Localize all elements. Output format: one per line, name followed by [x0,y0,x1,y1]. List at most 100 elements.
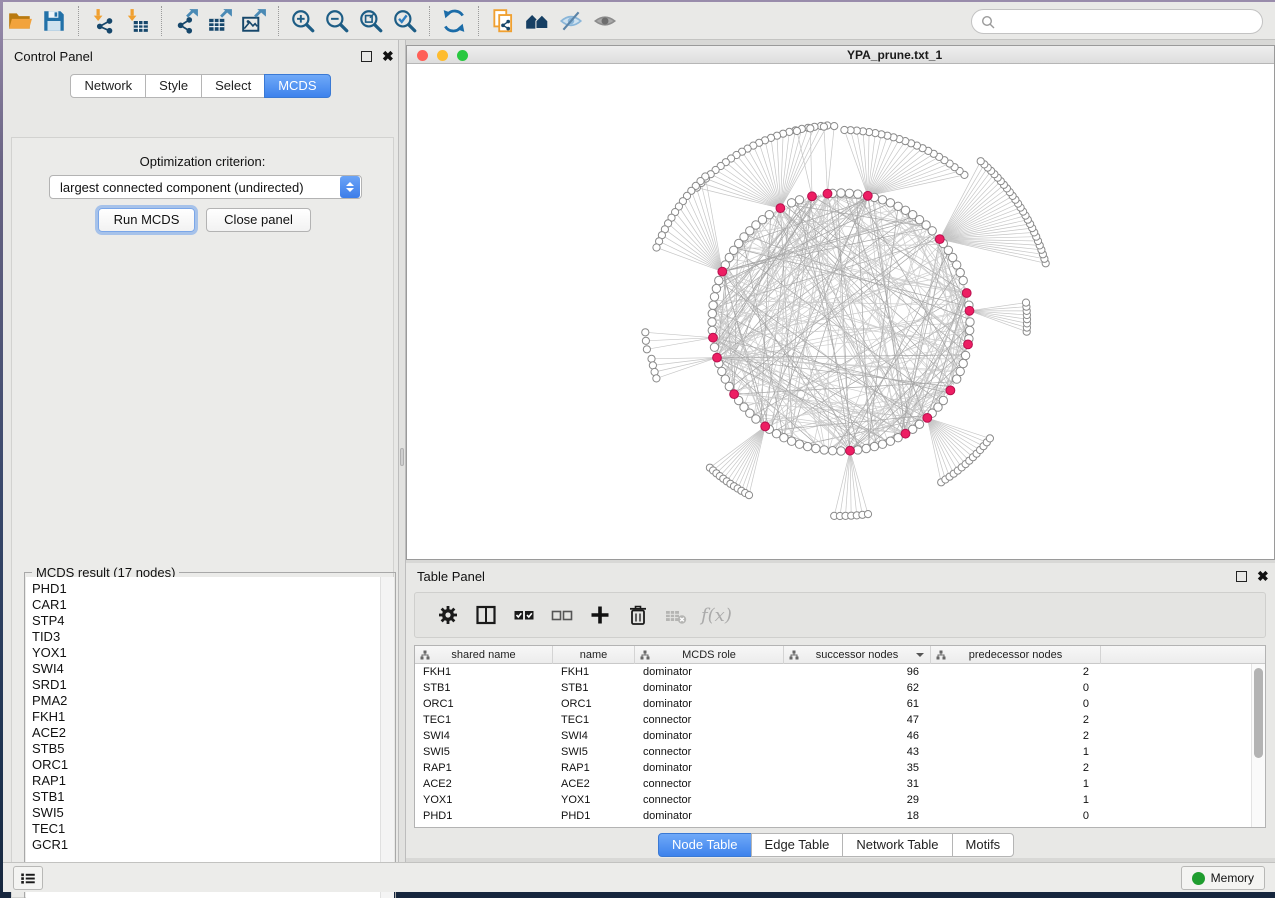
tab-edge-table[interactable]: Edge Table [751,833,844,857]
network-node[interactable] [953,375,961,383]
network-node[interactable] [718,367,726,375]
network-node[interactable] [828,447,836,455]
mcds-result-item[interactable]: STB5 [32,741,380,757]
float-panel-button[interactable] [361,51,372,62]
table-row[interactable]: SWI4SWI4dominator462 [415,728,1251,744]
mcds-result-item[interactable]: FKH1 [32,709,380,725]
mcds-result-item[interactable]: ACE2 [32,725,380,741]
network-node[interactable] [820,446,828,454]
mcds-result-item[interactable]: GCR1 [32,837,380,853]
criterion-dropdown[interactable]: largest connected component (undirected) [49,175,362,199]
network-leaf-node[interactable] [649,362,656,369]
network-mcds-node[interactable] [713,353,722,362]
tab-motifs[interactable]: Motifs [952,833,1015,857]
network-leaf-node[interactable] [1022,299,1029,306]
tab-select[interactable]: Select [201,74,265,98]
mcds-result-item[interactable]: TID3 [32,629,380,645]
show-column-panel-button[interactable] [467,597,505,633]
table-row[interactable]: TEC1TEC1connector472 [415,712,1251,728]
network-leaf-node[interactable] [977,158,984,165]
tab-network[interactable]: Network [70,74,146,98]
network-node[interactable] [956,367,964,375]
network-node[interactable] [837,189,845,197]
network-node[interactable] [862,444,870,452]
network-leaf-node[interactable] [986,435,993,442]
network-node[interactable] [915,420,923,428]
table-row[interactable]: SWI5SWI5connector431 [415,744,1251,760]
network-node[interactable] [712,284,720,292]
network-node[interactable] [710,343,718,351]
mcds-result-item[interactable]: TEC1 [32,821,380,837]
network-mcds-node[interactable] [730,390,739,399]
network-node[interactable] [878,196,886,204]
run-mcds-button[interactable]: Run MCDS [98,208,195,232]
close-panel-button[interactable]: Close panel [206,208,311,232]
column-header-name[interactable]: name [553,646,635,664]
network-node[interactable] [812,444,820,452]
network-node[interactable] [961,351,969,359]
network-node[interactable] [715,276,723,284]
mcds-result-list[interactable]: PHD1CAR1STP4TID3YOX1SWI4SRD1PMA2FKH1ACE2… [26,577,380,898]
network-node[interactable] [854,446,862,454]
column-header-successor-nodes[interactable]: successor nodes [784,646,931,664]
save-session-button[interactable] [37,6,71,36]
table-row[interactable]: ORC1ORC1dominator610 [415,696,1251,712]
tab-mcds[interactable]: MCDS [264,74,330,98]
network-node[interactable] [787,199,795,207]
mcds-result-item[interactable]: ORC1 [32,757,380,773]
network-leaf-node[interactable] [642,329,649,336]
network-mcds-node[interactable] [718,267,727,276]
zoom-fit-button[interactable] [354,6,388,36]
mcds-result-item[interactable]: YOX1 [32,645,380,661]
column-header-shared-name[interactable]: shared name [415,646,553,664]
network-node[interactable] [886,199,894,207]
network-graph[interactable] [407,64,1274,559]
network-mcds-node[interactable] [709,333,718,342]
network-leaf-node[interactable] [841,126,848,133]
column-header-predecessor-nodes[interactable]: predecessor nodes [931,646,1101,664]
refresh-view-button[interactable] [437,6,471,36]
create-column-button[interactable] [581,597,619,633]
network-mcds-node[interactable] [863,191,872,200]
network-node[interactable] [725,382,733,390]
network-node[interactable] [780,434,788,442]
delete-column-button[interactable] [619,597,657,633]
mcds-result-item[interactable]: STP4 [32,613,380,629]
network-leaf-node[interactable] [653,375,660,382]
network-node[interactable] [894,202,902,210]
table-scrollbar[interactable] [1251,664,1265,827]
mcds-result-item[interactable]: CAR1 [32,597,380,613]
network-leaf-node[interactable] [648,355,655,362]
network-node[interactable] [878,440,886,448]
network-leaf-node[interactable] [642,337,649,344]
table-options-button[interactable] [429,597,467,633]
new-network-from-selection-button[interactable] [486,6,520,36]
import-table-button[interactable] [120,6,154,36]
network-mcds-node[interactable] [846,446,855,455]
task-history-button[interactable] [13,866,43,890]
mcds-result-item[interactable]: SWI4 [32,661,380,677]
network-mcds-node[interactable] [901,429,910,438]
tab-network-table[interactable]: Network Table [842,833,952,857]
network-node[interactable] [870,442,878,450]
table-row[interactable]: FKH1FKH1dominator962 [415,664,1251,680]
deselect-all-columns-button[interactable] [543,597,581,633]
network-node[interactable] [752,415,760,423]
tab-style[interactable]: Style [145,74,202,98]
show-all-button[interactable] [588,6,622,36]
network-mcds-node[interactable] [808,192,817,201]
export-table-button[interactable] [203,6,237,36]
network-leaf-node[interactable] [864,511,871,518]
network-node[interactable] [708,318,716,326]
hide-selected-button[interactable] [554,6,588,36]
network-leaf-node[interactable] [643,346,650,353]
search-field[interactable] [971,9,1263,34]
network-mcds-node[interactable] [946,386,955,395]
mcds-list-scrollbar[interactable] [380,577,394,898]
network-node[interactable] [854,190,862,198]
memory-button[interactable]: Memory [1181,866,1265,890]
panel-splitter-handle[interactable] [400,448,404,466]
network-canvas[interactable] [407,64,1274,559]
network-node[interactable] [966,326,974,334]
close-window-icon[interactable] [417,50,428,61]
